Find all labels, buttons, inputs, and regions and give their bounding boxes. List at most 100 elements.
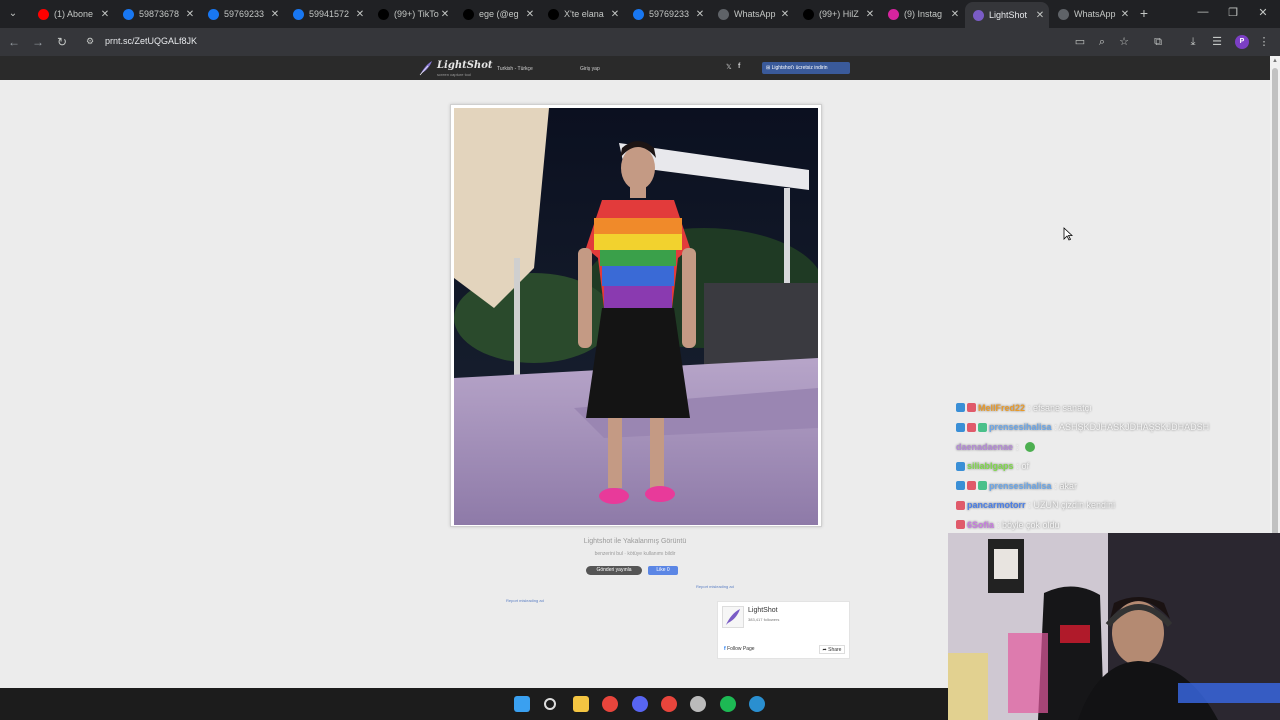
tiktok-icon [803, 8, 814, 20]
mouse-cursor-icon [1063, 227, 1073, 241]
report-ad-link[interactable]: Report misleading ad [506, 598, 544, 603]
lightshot-logo[interactable]: LightShot screen capture tool [419, 60, 493, 77]
close-tab-icon[interactable]: ✕ [610, 9, 620, 20]
close-tab-icon[interactable]: ✕ [525, 9, 535, 20]
instagram-icon [888, 8, 899, 20]
new-tab-button[interactable]: + [1136, 5, 1152, 21]
chat-message: prensesihalisa: akar [956, 476, 1276, 496]
follow-page-button[interactable]: f Follow Page [724, 646, 755, 652]
menu-kebab-icon[interactable]: ⋮ [1256, 34, 1272, 50]
chat-badge-icon [967, 403, 976, 413]
chat-text: : efsane sanatçı [1028, 402, 1092, 413]
browser-tab[interactable]: X'te elana ✕ [540, 3, 624, 25]
facebook-icon [123, 8, 134, 20]
close-tab-icon[interactable]: ✕ [695, 9, 705, 20]
globe-icon[interactable] [749, 696, 765, 712]
close-tab-icon[interactable]: ✕ [950, 9, 960, 20]
close-tab-icon[interactable]: ✕ [355, 9, 365, 20]
chat-badge-icon [978, 422, 987, 432]
tab-title: WhatsApp [1074, 9, 1116, 19]
browser-tab[interactable]: 59941572 ✕ [285, 3, 369, 25]
chat-username[interactable]: daenadaenae [956, 442, 1013, 452]
browser-toolbar: ← → ↻ ⚙ prnt.sc/ZetUQGALf8JK ▭ ⌕ ☆ ⧉ ⤓ ☰… [0, 28, 1280, 56]
scroll-up-arrow-icon[interactable]: ▲ [1272, 58, 1278, 64]
chat-badge-icon [967, 481, 976, 491]
share-on-x-button[interactable]: Gönderi yayınla [586, 566, 642, 575]
windows-start-icon[interactable] [514, 696, 530, 712]
cast-icon[interactable]: ▭ [1072, 34, 1088, 50]
chat-username[interactable]: prensesihalisa [989, 481, 1052, 491]
spotify-icon[interactable] [720, 696, 736, 712]
close-tab-icon[interactable]: ✕ [100, 9, 110, 20]
chat-username[interactable]: 6Sofia [967, 520, 994, 530]
close-window-button[interactable]: ✕ [1256, 6, 1270, 19]
lightshot-header: LightShot screen capture tool Turkish - … [0, 56, 1270, 80]
chat-username[interactable]: MellFred22 [978, 403, 1025, 413]
browser-tab[interactable]: ege (@eg ✕ [455, 3, 539, 25]
close-tab-icon[interactable]: ✕ [1035, 10, 1045, 21]
language-selector[interactable]: Turkish - Türkçe [497, 66, 533, 72]
browser-tab[interactable]: (9) Instag ✕ [880, 3, 964, 25]
discord-icon[interactable] [632, 696, 648, 712]
chat-emote-icon [1024, 441, 1035, 452]
x-icon [463, 8, 474, 20]
address-bar[interactable]: ⚙ prnt.sc/ZetUQGALf8JK [80, 32, 1140, 52]
facebook-like-button[interactable]: Like 0 [648, 566, 678, 575]
screenshot-image[interactable] [454, 108, 818, 525]
bookmark-star-icon[interactable]: ☆ [1116, 34, 1132, 50]
fb-followers-count: 383,417 followers [748, 617, 780, 622]
chrome-icon[interactable] [602, 696, 618, 712]
chat-message: prensesihalisa: ASHŞKDJHASKJDHAŞSKJDHADS… [956, 418, 1276, 438]
close-tab-icon[interactable]: ✕ [1120, 9, 1130, 20]
forward-button[interactable]: → [30, 34, 46, 50]
obs-icon[interactable] [690, 696, 706, 712]
fb-share-button[interactable]: ➦ Share [819, 645, 845, 654]
facebook-icon [633, 8, 644, 20]
chat-message: siliablgaps: of [956, 457, 1276, 477]
browser-tab[interactable]: (99+) TikTo ✕ [370, 3, 454, 25]
tab-title: 59873678 [139, 9, 180, 19]
chat-message: pancarmotorr: UZUN çizdin kendini [956, 496, 1276, 516]
browser-tab[interactable]: (99+) HilZ ✕ [795, 3, 879, 25]
chat-username[interactable]: siliablgaps [967, 461, 1014, 471]
close-tab-icon[interactable]: ✕ [270, 9, 280, 20]
fb-page-name[interactable]: LightShot [748, 607, 778, 614]
chat-username[interactable]: prensesihalisa [989, 422, 1052, 432]
chat-username[interactable]: pancarmotorr [967, 500, 1026, 510]
close-tab-icon[interactable]: ✕ [865, 9, 875, 20]
tab-search-chevron-icon[interactable]: ⌄ [4, 5, 22, 23]
close-tab-icon[interactable]: ✕ [440, 9, 450, 20]
site-info-icon[interactable]: ⚙ [86, 35, 98, 47]
browser-tab[interactable]: 59873678 ✕ [115, 3, 199, 25]
windows-taskbar [0, 688, 948, 720]
search-icon[interactable] [544, 698, 556, 710]
twitter-icon[interactable]: 𝕏 [726, 63, 732, 71]
chrome-icon[interactable] [661, 696, 677, 712]
stream-chat-overlay: MellFred22: efsane sanatçı prensesihalisa… [956, 398, 1276, 535]
browser-tab[interactable]: 59769233 ✕ [200, 3, 284, 25]
restore-button[interactable]: ❐ [1226, 6, 1240, 19]
login-link[interactable]: Giriş yap [580, 66, 600, 72]
chat-text: : ASHŞKDJHASKJDHAŞSKJDHADSH [1054, 422, 1210, 433]
zoom-icon[interactable]: ⌕ [1094, 34, 1110, 50]
profile-avatar[interactable]: P [1235, 35, 1249, 49]
minimize-button[interactable]: — [1196, 6, 1210, 18]
facebook-icon[interactable]: f [738, 63, 740, 70]
download-icon[interactable]: ⤓ [1185, 34, 1201, 50]
browser-tab[interactable]: LightShot ✕ [965, 2, 1049, 28]
back-button[interactable]: ← [6, 34, 22, 50]
file-explorer-icon[interactable] [573, 696, 589, 712]
extensions-icon[interactable]: ⧉ [1150, 34, 1166, 50]
report-ad-link[interactable]: Report misleading ad [696, 584, 734, 589]
close-tab-icon[interactable]: ✕ [780, 9, 790, 20]
install-lightshot-button[interactable]: ⊞ Lightshot'ı ücretsiz indirin [762, 62, 850, 74]
browser-tab[interactable]: 59769233 ✕ [625, 3, 709, 25]
browser-tab[interactable]: WhatsApp ✕ [710, 3, 794, 25]
caption-links[interactable]: benzerini bul · kötüye kullanımı bildir [560, 551, 710, 557]
browser-tab[interactable]: (1) Abone ✕ [30, 3, 114, 25]
media-control-icon[interactable]: ☰ [1209, 34, 1225, 50]
browser-tab[interactable]: WhatsApp ✕ [1050, 3, 1134, 25]
close-tab-icon[interactable]: ✕ [185, 9, 195, 20]
reload-button[interactable]: ↻ [54, 34, 70, 50]
lightshot-page-avatar[interactable] [722, 606, 744, 628]
